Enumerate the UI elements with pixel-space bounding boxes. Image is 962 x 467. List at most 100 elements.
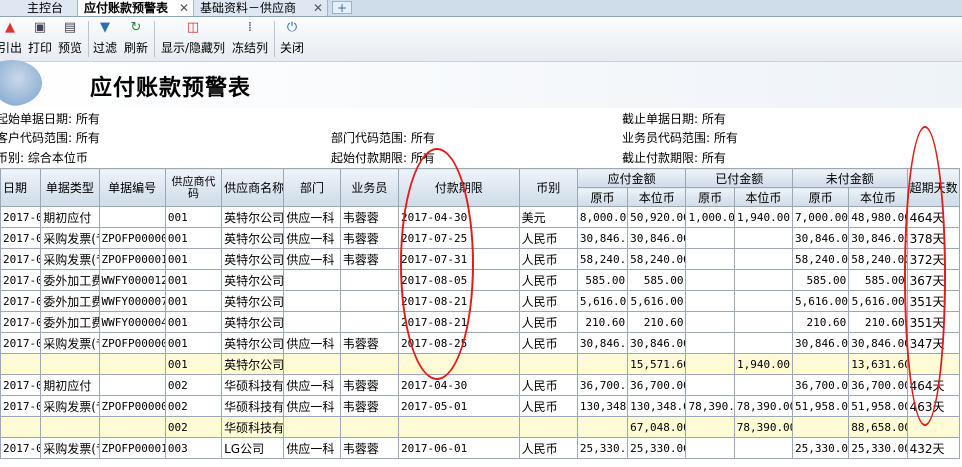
- table-row[interactable]: 2017-04-30期初应付001英特尔公司供应一科韦蓉蓉2017-04-30美…: [0, 206, 961, 228]
- table-cell[interactable]: 华硕科技有限: [221, 416, 285, 438]
- table-cell[interactable]: 华硕科技有限: [221, 395, 285, 417]
- table-cell[interactable]: [98, 416, 166, 438]
- table-cell[interactable]: 001: [164, 311, 223, 333]
- table-cell[interactable]: 英特尔公司: [221, 311, 285, 333]
- table-row[interactable]: 2017-05-25采购发票(专用)ZPOFP000001001英特尔公司供应一…: [0, 227, 961, 249]
- table-cell[interactable]: 7,000.00: [792, 206, 850, 228]
- table-row[interactable]: 2017-06-01采购发票(专用)ZPOFP000018003LG公司供应一科…: [0, 437, 961, 459]
- table-cell[interactable]: [685, 227, 735, 249]
- table-row[interactable]: 2017-06-25采购发票(专用)ZPOFP000003001英特尔公司供应一…: [0, 332, 961, 354]
- table-cell[interactable]: 002: [164, 416, 223, 438]
- freeze-columns-button[interactable]: ⁞ 冻结列: [230, 20, 270, 56]
- table-cell[interactable]: 8,000.00: [576, 206, 629, 228]
- table-cell[interactable]: [685, 311, 735, 333]
- table-cell[interactable]: [283, 290, 341, 312]
- table-cell[interactable]: 2017-06-01: [0, 248, 42, 270]
- table-cell[interactable]: 30,846.00: [576, 227, 629, 249]
- table-row[interactable]: 2017-06-21委外加工费WWFY000004001英特尔公司2017-08…: [0, 311, 961, 333]
- table-cell[interactable]: [685, 353, 735, 375]
- table-cell[interactable]: 华硕科技有限: [221, 374, 285, 396]
- table-cell[interactable]: 5,616.00: [848, 290, 908, 312]
- table-cell[interactable]: [283, 269, 341, 291]
- subtotal-row[interactable]: 002华硕科技有限 67,048.00 78,390.00 88,658.00: [0, 416, 961, 438]
- table-cell[interactable]: 2017-06-01: [0, 437, 42, 459]
- table-cell[interactable]: 供应一科: [283, 374, 341, 396]
- table-row[interactable]: 2017-05-01采购发票(专用)ZPOFP000005002华硕科技有限供应…: [0, 395, 961, 417]
- table-cell[interactable]: 30,846.00: [627, 227, 687, 249]
- table-cell[interactable]: [339, 311, 400, 333]
- table-cell[interactable]: 韦蓉蓉: [339, 227, 400, 249]
- col-unpaid-original[interactable]: 原币: [792, 187, 850, 207]
- table-cell[interactable]: [339, 353, 400, 375]
- table-cell[interactable]: 25,330.00: [848, 437, 908, 459]
- export-button[interactable]: ▲ 引出: [0, 20, 22, 56]
- table-cell[interactable]: [685, 269, 735, 291]
- table-cell[interactable]: [733, 437, 794, 459]
- table-cell[interactable]: WWFY000007: [98, 290, 166, 312]
- table-cell[interactable]: [98, 206, 166, 228]
- table-cell[interactable]: [906, 416, 961, 438]
- table-cell[interactable]: 58,240.00: [627, 248, 687, 270]
- table-cell[interactable]: 78,390.00: [685, 395, 735, 417]
- table-cell[interactable]: 432天: [906, 437, 961, 459]
- table-cell[interactable]: 5,616.00: [627, 290, 687, 312]
- table-cell[interactable]: [283, 353, 341, 375]
- table-cell[interactable]: 美元: [518, 206, 578, 228]
- tab-main-console[interactable]: 主控台: [0, 0, 78, 16]
- table-cell[interactable]: [339, 269, 400, 291]
- table-cell[interactable]: 韦蓉蓉: [339, 395, 400, 417]
- table-cell[interactable]: 36,700.00: [576, 374, 629, 396]
- table-cell[interactable]: 25,330.00: [792, 437, 850, 459]
- table-cell[interactable]: [98, 374, 166, 396]
- table-cell[interactable]: ZPOFP000005: [98, 395, 166, 417]
- table-cell[interactable]: 130,348.00: [627, 395, 687, 417]
- table-cell[interactable]: [283, 311, 341, 333]
- table-cell[interactable]: 采购发票(专用): [40, 437, 100, 459]
- table-cell[interactable]: 人民币: [518, 311, 578, 333]
- table-cell[interactable]: [576, 416, 629, 438]
- preview-button[interactable]: ▤ 预览: [57, 20, 83, 56]
- table-cell[interactable]: [40, 416, 100, 438]
- table-cell[interactable]: 2017-05-25: [0, 227, 42, 249]
- table-cell[interactable]: [0, 416, 42, 438]
- table-cell[interactable]: 15,571.60: [627, 353, 687, 375]
- table-cell[interactable]: [685, 437, 735, 459]
- table-cell[interactable]: 5,616.00: [792, 290, 850, 312]
- table-cell[interactable]: 5,616.00: [576, 290, 629, 312]
- table-cell[interactable]: 30,846.00: [792, 332, 850, 354]
- table-cell[interactable]: [339, 416, 400, 438]
- table-cell[interactable]: [685, 332, 735, 354]
- table-cell[interactable]: ZPOFP000016: [98, 248, 166, 270]
- table-cell[interactable]: 88,658.00: [848, 416, 908, 438]
- table-cell[interactable]: 英特尔公司: [221, 269, 285, 291]
- table-cell[interactable]: 英特尔公司: [221, 332, 285, 354]
- table-cell[interactable]: 期初应付: [40, 206, 100, 228]
- table-cell[interactable]: 58,240.00: [792, 248, 850, 270]
- col-payable-local[interactable]: 本位币: [627, 187, 687, 207]
- table-cell[interactable]: 130,348.00: [576, 395, 629, 417]
- table-cell[interactable]: 51,958.00: [792, 395, 850, 417]
- table-cell[interactable]: [98, 353, 166, 375]
- table-cell[interactable]: 1,000.00: [685, 206, 735, 228]
- table-cell[interactable]: 210.60: [792, 311, 850, 333]
- tab-payable-warning[interactable]: 应付账款预警表 ✕: [78, 0, 194, 16]
- print-button[interactable]: ▣ 打印: [27, 20, 53, 56]
- table-cell[interactable]: 供应一科: [283, 227, 341, 249]
- table-cell[interactable]: 供应一科: [283, 437, 341, 459]
- table-cell[interactable]: [733, 248, 794, 270]
- table-cell[interactable]: 委外加工费: [40, 311, 100, 333]
- table-cell[interactable]: 2017-06-21: [0, 311, 42, 333]
- table-cell[interactable]: 2017-06-21: [0, 290, 42, 312]
- table-cell[interactable]: 001: [164, 227, 223, 249]
- table-cell[interactable]: 1,940.00: [733, 353, 794, 375]
- table-cell[interactable]: 002: [164, 395, 223, 417]
- tab-supplier-base[interactable]: 基础资料－供应商 ✕: [194, 0, 328, 16]
- table-cell[interactable]: 委外加工费: [40, 290, 100, 312]
- table-cell[interactable]: 30,846.00: [792, 227, 850, 249]
- table-cell[interactable]: 韦蓉蓉: [339, 374, 400, 396]
- table-row[interactable]: 2017-06-21委外加工费WWFY000007001英特尔公司2017-08…: [0, 290, 961, 312]
- table-cell[interactable]: [733, 227, 794, 249]
- table-cell[interactable]: [792, 416, 850, 438]
- table-cell[interactable]: 2017-04-30: [0, 206, 42, 228]
- table-cell[interactable]: WWFY000012: [98, 269, 166, 291]
